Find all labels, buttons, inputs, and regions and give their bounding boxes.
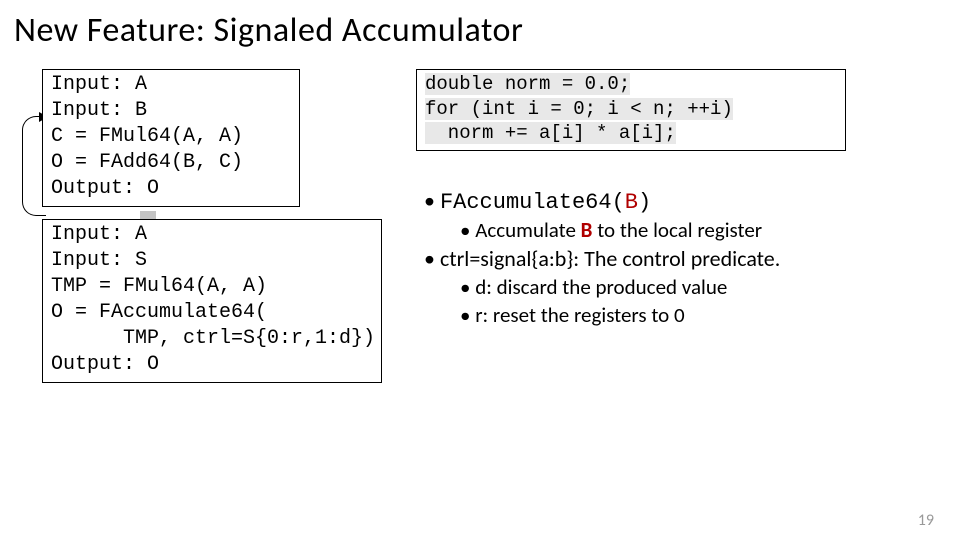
bullet-arg-b: B <box>581 217 593 243</box>
code-line: O = FAccumulate64( <box>51 301 267 324</box>
content-area: Input: A Input: B C = FMul64(A, A) O = F… <box>0 51 960 383</box>
code-line: Input: A <box>51 73 147 96</box>
code-line: Output: O <box>51 177 159 200</box>
bullet-text: ctrl=signal{a:b}: The control predicate. <box>440 245 780 272</box>
cpp-snippet: double norm = 0.0; for (int i = 0; i < n… <box>416 69 846 151</box>
bullet-text: ) <box>638 190 651 215</box>
bullet-text: to the local register <box>592 217 762 243</box>
bullet-ctrl-r: r: reset the registers to 0 <box>416 302 930 328</box>
bullet-arg-b: B <box>625 190 638 215</box>
bullet-text: r: reset the registers to 0 <box>475 302 684 328</box>
bullet-list: FAccumulate64(B) Accumulate B to the loc… <box>416 187 930 328</box>
code-line: norm += a[i] * a[i]; <box>425 122 676 144</box>
code-line: Input: B <box>51 99 147 122</box>
code-line: Input: A <box>51 223 147 246</box>
bullet-text: d: discard the produced value <box>475 274 727 300</box>
code-line: TMP, ctrl=S{0:r,1:d}) <box>51 327 375 350</box>
code-line: Input: S <box>51 249 147 272</box>
bullet-ctrl: ctrl=signal{a:b}: The control predicate. <box>416 245 930 272</box>
pseudocode-original: Input: A Input: B C = FMul64(A, A) O = F… <box>42 69 300 207</box>
bullet-text: Accumulate <box>475 217 580 243</box>
code-line: double norm = 0.0; <box>425 73 630 95</box>
code-line: O = FAdd64(B, C) <box>51 151 243 174</box>
code-line: TMP = FMul64(A, A) <box>51 275 267 298</box>
page-number: 19 <box>918 511 934 530</box>
pseudocode-transformed: Input: A Input: S TMP = FMul64(A, A) O =… <box>42 219 382 383</box>
code-line: Output: O <box>51 353 159 376</box>
code-line: C = FMul64(A, A) <box>51 125 243 148</box>
left-column: Input: A Input: B C = FMul64(A, A) O = F… <box>42 69 382 383</box>
code-line: for (int i = 0; i < n; ++i) <box>425 98 733 120</box>
bullet-accumulate-desc: Accumulate B to the local register <box>416 217 930 243</box>
slide-title: New Feature: Signaled Accumulator <box>0 0 960 51</box>
bullet-faccumulate: FAccumulate64(B) <box>416 187 930 215</box>
right-column: double norm = 0.0; for (int i = 0; i < n… <box>416 69 930 383</box>
bullet-ctrl-d: d: discard the produced value <box>416 274 930 300</box>
bullet-text: FAccumulate64( <box>440 190 625 215</box>
